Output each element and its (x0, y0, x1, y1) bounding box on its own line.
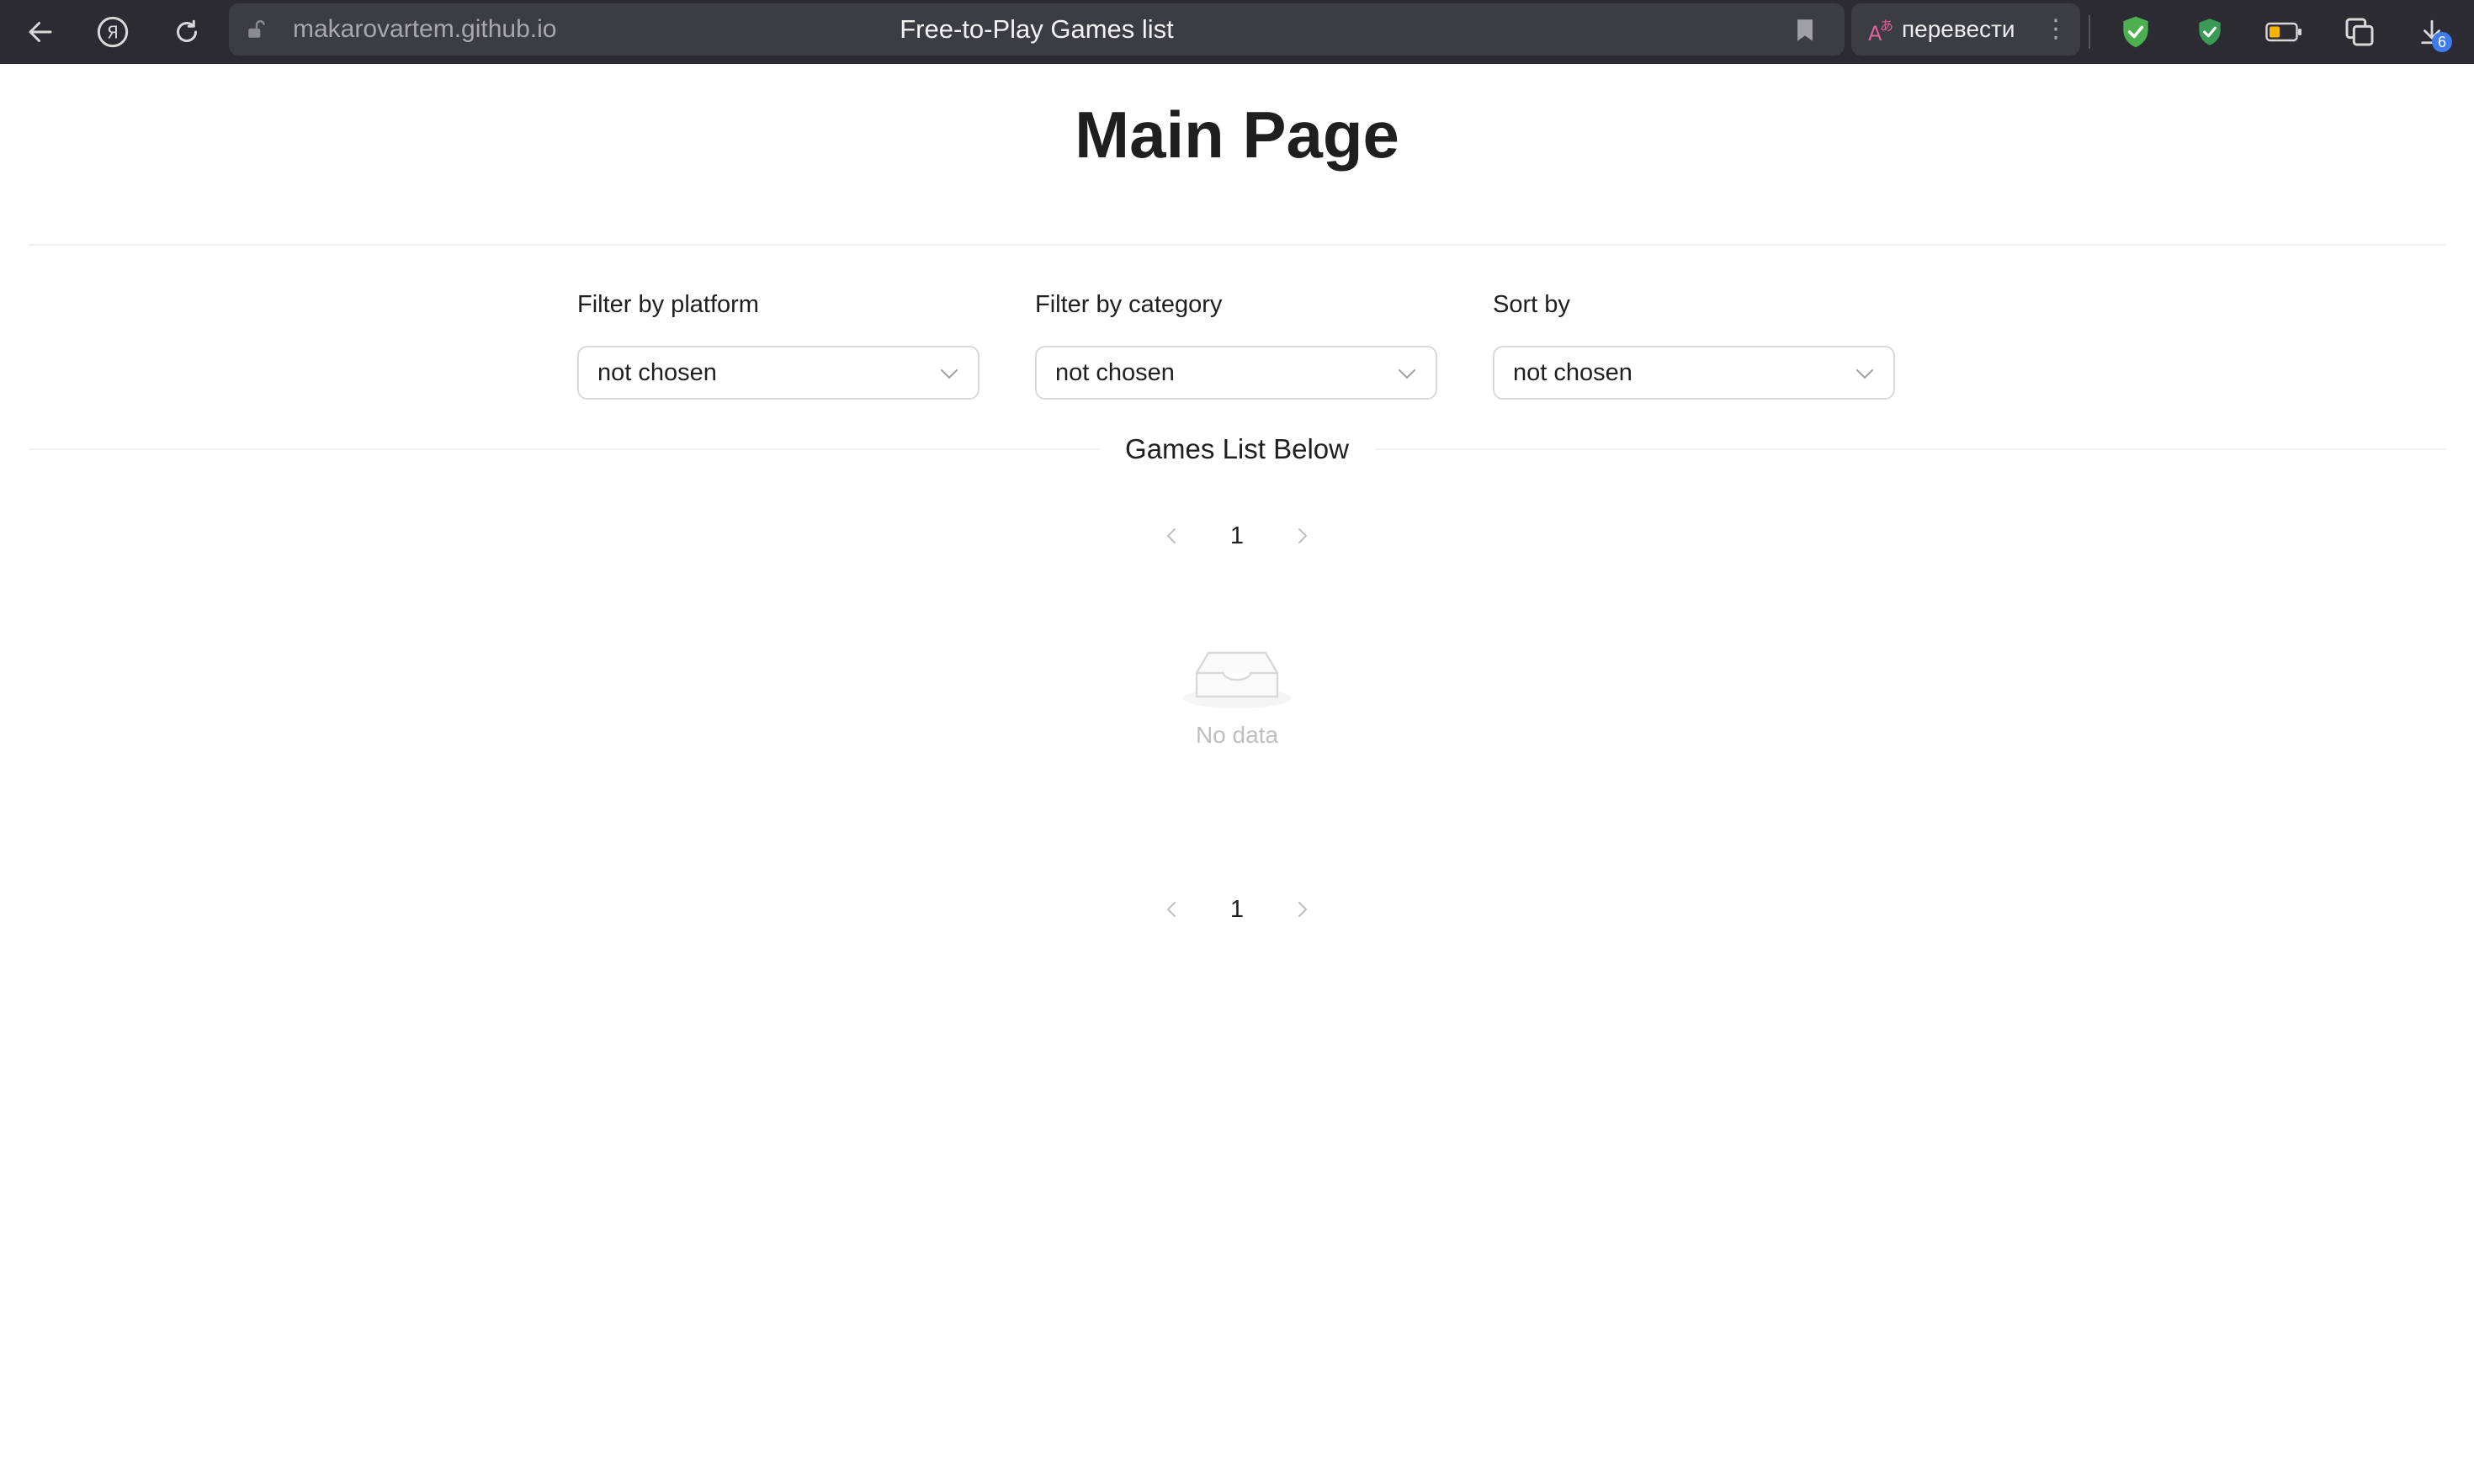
chevron-left-icon (1166, 528, 1176, 543)
next-page-button[interactable] (1276, 509, 1330, 563)
pagination-bottom: 1 (1144, 882, 1330, 936)
chevron-right-icon (1298, 902, 1308, 917)
prev-page-button[interactable] (1144, 509, 1198, 563)
empty-state: No data (1153, 639, 1321, 752)
next-page-button[interactable] (1276, 882, 1330, 936)
games-list-heading: Games List Below (1099, 429, 1375, 469)
chevron-down-icon (939, 364, 959, 387)
header-divider (29, 244, 2445, 246)
reload-icon[interactable] (163, 8, 210, 56)
platform-filter-label: Filter by platform (577, 291, 759, 318)
empty-text: No data (1195, 722, 1279, 748)
pagination-top: 1 (1144, 509, 1330, 563)
sort-value: not chosen (1513, 359, 1633, 386)
chevron-down-icon (1397, 364, 1417, 387)
category-filter-value: not chosen (1055, 359, 1175, 386)
shield-check-icon[interactable] (2190, 12, 2230, 52)
back-icon[interactable] (17, 8, 64, 56)
chevron-right-icon (1298, 528, 1308, 543)
address-bar[interactable]: makarovartem.github.io Free-to-Play Game… (229, 3, 1845, 56)
shield-icon[interactable] (2116, 12, 2156, 52)
category-filter-select[interactable]: not chosen (1035, 346, 1437, 400)
translate-label: перевести (1902, 16, 2015, 42)
page-number[interactable]: 1 (1210, 509, 1264, 563)
screenshot-icon[interactable] (2339, 12, 2380, 52)
translate-menu-icon[interactable]: ⋮ (2043, 3, 2068, 56)
page-number[interactable]: 1 (1210, 882, 1264, 936)
svg-text:Я: Я (107, 23, 119, 43)
battery-icon[interactable] (2264, 12, 2304, 52)
yandex-icon[interactable]: Я (89, 8, 136, 56)
svg-text:あ: あ (1880, 18, 1893, 34)
sort-label: Sort by (1493, 291, 1570, 318)
tab-title: Free-to-Play Games list (900, 14, 1174, 44)
sort-select[interactable]: not chosen (1493, 346, 1895, 400)
translate-button[interactable]: Aあ перевести ⋮ (1851, 3, 2080, 56)
downloads-badge: 6 (2432, 32, 2452, 52)
chevron-down-icon (1855, 364, 1875, 387)
category-filter-label: Filter by category (1035, 291, 1223, 318)
platform-filter-value: not chosen (597, 359, 717, 386)
prev-page-button[interactable] (1144, 882, 1198, 936)
toolbar-separator (2089, 15, 2090, 49)
bookmark-icon[interactable] (1794, 19, 1816, 46)
browser-toolbar: Я makarovartem.github.io Free-to-Play Ga… (0, 0, 2474, 64)
platform-filter-select[interactable]: not chosen (577, 346, 980, 400)
page-title: Main Page (1075, 98, 1399, 172)
chevron-left-icon (1166, 902, 1176, 917)
translate-icon: Aあ (1866, 15, 1897, 48)
empty-inbox-icon (1183, 651, 1291, 708)
